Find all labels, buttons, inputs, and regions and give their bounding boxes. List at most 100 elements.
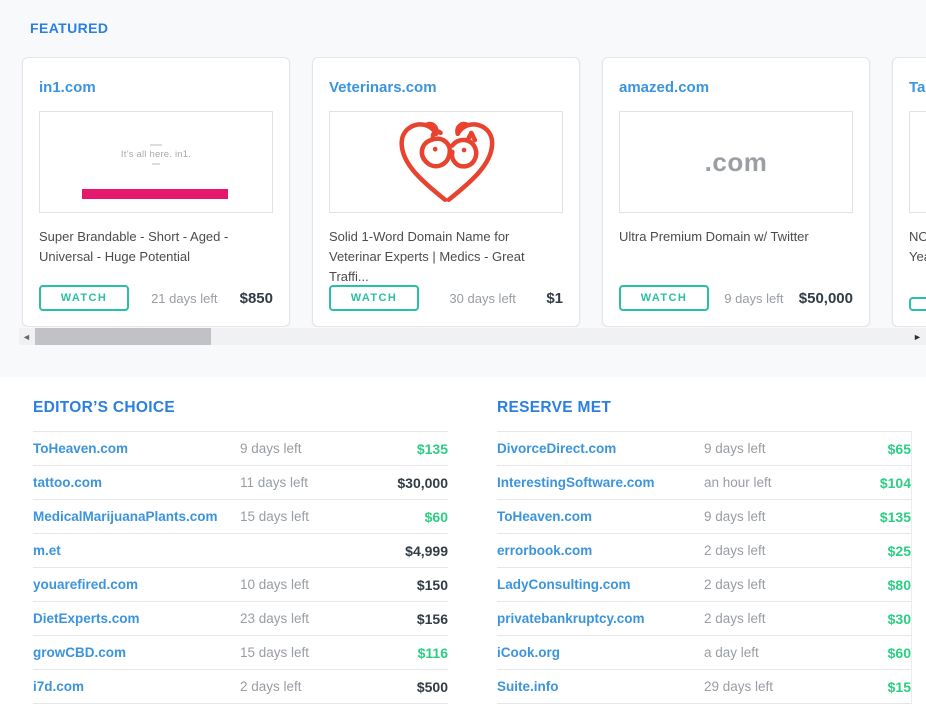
editors-choice-rows: ToHeaven.com 9 days left $135 tattoo.com… (33, 431, 448, 704)
time-left: 11 days left (240, 475, 308, 490)
time-left: 10 days left (240, 577, 309, 592)
time-left: 29 days left (704, 679, 773, 694)
time-left: 2 days left (704, 577, 766, 592)
reserve-met-rows: DivorceDirect.com 9 days left $65 Intere… (497, 431, 912, 704)
domain-link[interactable]: m.et (33, 543, 61, 558)
listing-price: $30 (888, 611, 911, 627)
domain-link[interactable]: tattoo.com (33, 475, 102, 490)
card-footer: WATCH 30 days left $1 (329, 285, 563, 311)
listing-row: DietExperts.com 23 days left $156 (33, 602, 448, 636)
listing-price: $135 (880, 509, 911, 525)
listing-price: $25 (888, 543, 911, 559)
featured-section-title: FEATURED (30, 20, 926, 36)
domain-link[interactable]: ToHeaven.com (33, 441, 128, 456)
time-left: an hour left (704, 475, 772, 490)
listing-price: $150 (417, 577, 448, 593)
listing-row: InterestingSoftware.com an hour left $10… (497, 466, 911, 500)
lists-section: EDITOR’S CHOICE ToHeaven.com 9 days left… (0, 377, 926, 704)
listing-row: i7d.com 2 days left $500 (33, 670, 448, 704)
time-left: 21 days left (129, 291, 240, 306)
listing-row: growCBD.com 15 days left $116 (33, 636, 448, 670)
listing-price: $50,000 (799, 290, 853, 307)
listing-row: iCook.org a day left $60 (497, 636, 911, 670)
listing-description: NO Yea (909, 227, 926, 267)
listing-price: $30,000 (397, 475, 448, 491)
watch-button[interactable]: WATCH (329, 285, 419, 311)
listing-price: $104 (880, 475, 911, 491)
domain-link[interactable]: Ta (909, 79, 926, 96)
domain-link[interactable]: youarefired.com (33, 577, 138, 592)
listing-row: errorbook.com 2 days left $25 (497, 534, 911, 568)
time-left: 2 days left (704, 543, 766, 558)
domain-link[interactable]: growCBD.com (33, 645, 126, 660)
listing-price: $80 (888, 577, 911, 593)
domain-link[interactable]: iCook.org (497, 645, 560, 660)
scroll-left-arrow-icon[interactable]: ◄ (19, 328, 34, 345)
editors-choice-title: EDITOR’S CHOICE (33, 399, 448, 417)
domain-link[interactable]: i7d.com (33, 679, 84, 694)
domain-link[interactable]: Veterinars.com (329, 79, 563, 96)
listing-price: $135 (417, 441, 448, 457)
card-footer: WATCH 21 days left $850 (39, 285, 273, 311)
domain-link[interactable]: privatebankruptcy.com (497, 611, 645, 626)
domain-link[interactable]: InterestingSoftware.com (497, 475, 655, 490)
listing-image[interactable] (909, 111, 926, 213)
listing-price: $850 (240, 290, 273, 307)
listing-price: $65 (888, 441, 911, 457)
domain-link[interactable]: DivorceDirect.com (497, 441, 616, 456)
in1-slogan: It’s all here. in1. (121, 149, 191, 160)
domain-link[interactable]: in1.com (39, 79, 273, 96)
time-left: 9 days left (704, 509, 766, 524)
listing-price: $116 (418, 645, 448, 661)
heart-pets-logo-icon (390, 113, 502, 212)
watch-button[interactable]: WATCH (619, 285, 709, 311)
card-footer (909, 297, 926, 311)
listing-price: $500 (417, 679, 448, 695)
in1-pink-bar (82, 189, 228, 199)
time-left: 30 days left (419, 291, 546, 306)
listing-row: youarefired.com 10 days left $150 (33, 568, 448, 602)
featured-card-in1: in1.com It’s all here. in1. Super Branda… (22, 57, 290, 327)
listing-price: $4,999 (405, 543, 448, 559)
horizontal-scrollbar[interactable]: ◄ ► (19, 328, 926, 345)
dotcom-text: .com (705, 147, 768, 178)
reserve-met-title: RESERVE MET (497, 399, 912, 417)
listing-row: Suite.info 29 days left $15 (497, 670, 911, 704)
listing-row: LadyConsulting.com 2 days left $80 (497, 568, 911, 602)
listing-row: ToHeaven.com 9 days left $135 (33, 432, 448, 466)
scrollbar-thumb[interactable] (35, 328, 211, 345)
listing-description: Ultra Premium Domain w/ Twitter (619, 227, 853, 247)
listing-price: $60 (425, 509, 448, 525)
domain-link[interactable]: ToHeaven.com (497, 509, 592, 524)
domain-link[interactable]: errorbook.com (497, 543, 592, 558)
in1-deco-line (152, 163, 160, 165)
time-left: 15 days left (240, 645, 309, 660)
time-left: 9 days left (704, 441, 766, 456)
listing-row: privatebankruptcy.com 2 days left $30 (497, 602, 911, 636)
watch-button[interactable]: WATCH (39, 285, 129, 311)
listing-description: Super Brandable - Short - Aged - Univers… (39, 227, 273, 267)
in1-deco-line (150, 144, 162, 146)
domain-link[interactable]: MedicalMarijuanaPlants.com (33, 509, 218, 524)
domain-link[interactable]: Suite.info (497, 679, 559, 694)
time-left: 2 days left (704, 611, 766, 626)
featured-card-veterinars: Veterinars.com (312, 57, 580, 327)
listing-row: MedicalMarijuanaPlants.com 15 days left … (33, 500, 448, 534)
listing-image[interactable]: It’s all here. in1. (39, 111, 273, 213)
scroll-right-arrow-icon[interactable]: ► (910, 328, 925, 345)
watch-button[interactable] (909, 297, 926, 311)
domain-link[interactable]: amazed.com (619, 79, 853, 96)
listing-image[interactable] (329, 111, 563, 213)
listing-row: ToHeaven.com 9 days left $135 (497, 500, 911, 534)
card-footer: WATCH 9 days left $50,000 (619, 285, 853, 311)
time-left: a day left (704, 645, 759, 660)
listing-price: $1 (546, 290, 563, 307)
time-left: 15 days left (240, 509, 309, 524)
domain-link[interactable]: DietExperts.com (33, 611, 140, 626)
domain-link[interactable]: LadyConsulting.com (497, 577, 631, 592)
listing-image[interactable]: .com (619, 111, 853, 213)
editors-choice-column: EDITOR’S CHOICE ToHeaven.com 9 days left… (33, 399, 448, 704)
listing-row: DivorceDirect.com 9 days left $65 (497, 432, 911, 466)
featured-card-amazed: amazed.com .com Ultra Premium Domain w/ … (602, 57, 870, 327)
featured-cards-strip: in1.com It’s all here. in1. Super Branda… (0, 57, 926, 327)
